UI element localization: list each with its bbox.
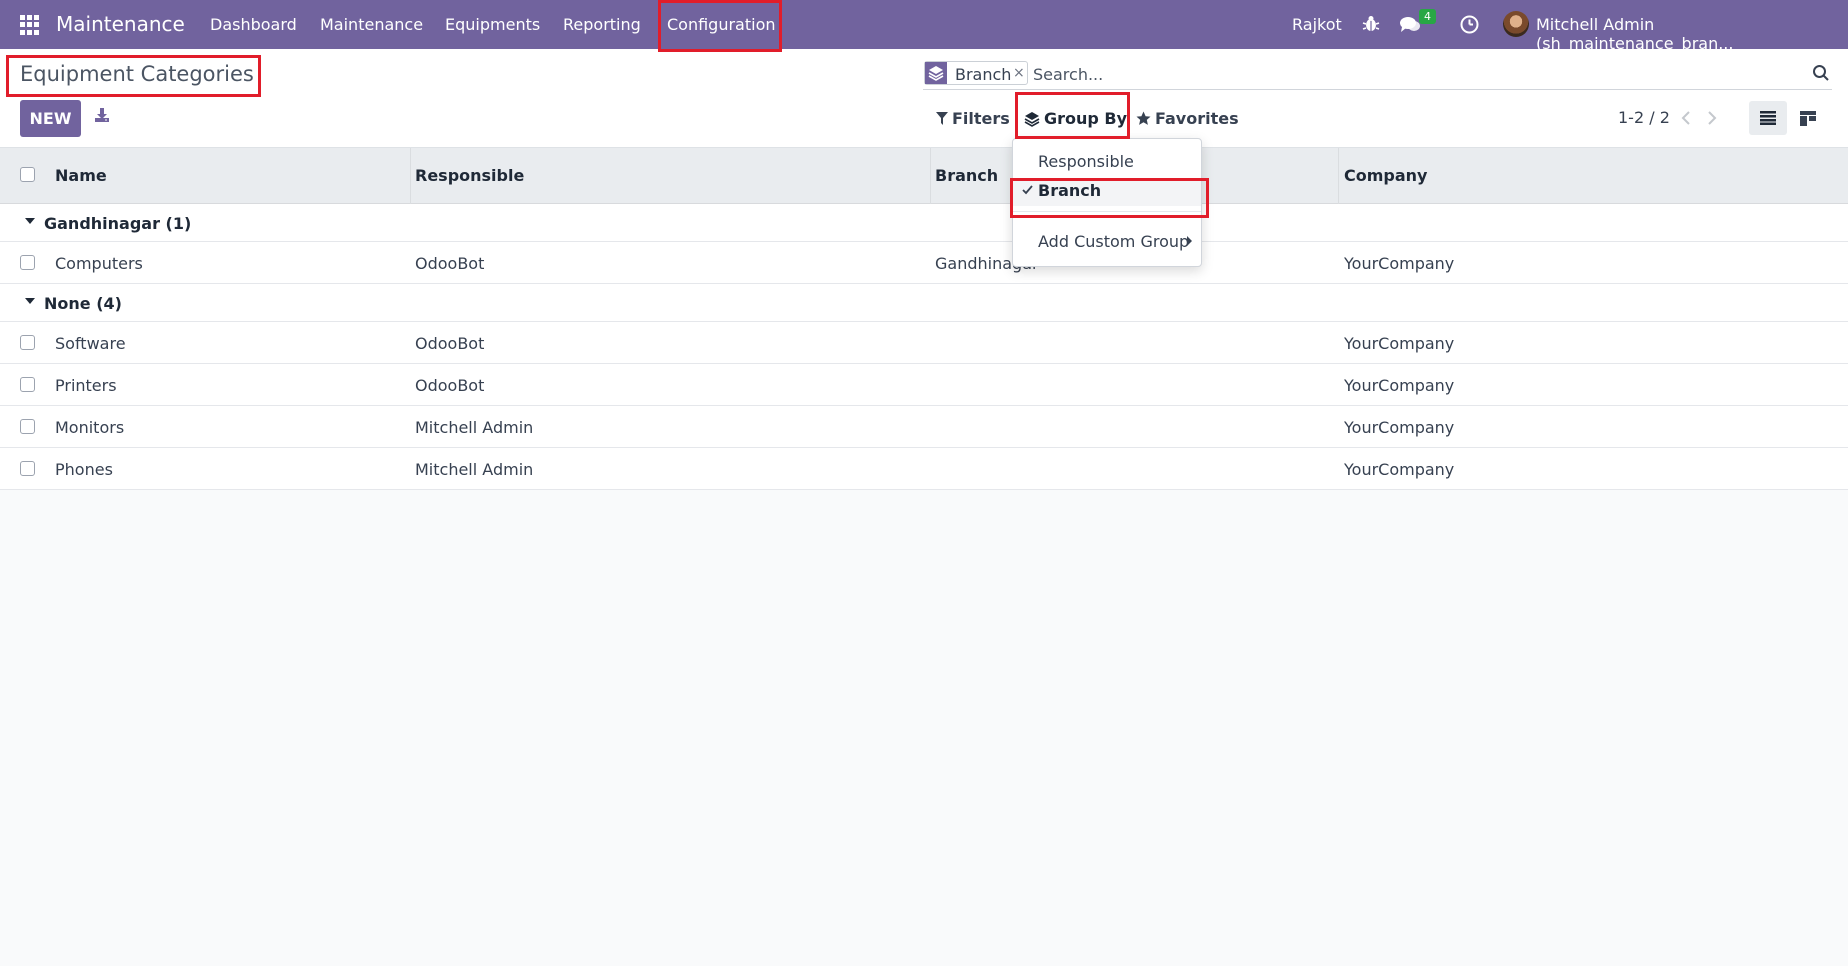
- pager-value[interactable]: 1-2 / 2: [1618, 108, 1670, 127]
- row-checkbox[interactable]: [20, 377, 35, 392]
- highlight-branch-option: [1010, 178, 1209, 218]
- column-header-responsible[interactable]: Responsible: [415, 166, 524, 185]
- kanban-view-icon: [1800, 111, 1816, 126]
- row-checkbox[interactable]: [20, 461, 35, 476]
- menu-equipments[interactable]: Equipments: [445, 15, 540, 34]
- cell-company: YourCompany: [1344, 376, 1455, 395]
- list-view-button[interactable]: [1749, 101, 1787, 135]
- cell-responsible: OdooBot: [415, 334, 485, 353]
- menu-reporting[interactable]: Reporting: [563, 15, 641, 34]
- cell-name: Software: [55, 334, 126, 353]
- column-header-company[interactable]: Company: [1344, 166, 1427, 185]
- column-separator: [1338, 148, 1339, 204]
- column-separator: [930, 148, 931, 204]
- highlight-page-title: [6, 55, 261, 97]
- highlight-configuration: [658, 0, 782, 52]
- list-view-icon: [1760, 111, 1776, 125]
- table-row[interactable]: Monitors Mitchell Admin YourCompany: [0, 406, 1848, 448]
- search-bar: Branch ×: [923, 58, 1832, 90]
- table-row[interactable]: Printers OdooBot YourCompany: [0, 364, 1848, 406]
- facet-remove-icon[interactable]: ×: [1013, 65, 1025, 81]
- cell-company: YourCompany: [1344, 418, 1455, 437]
- new-button[interactable]: NEW: [20, 100, 81, 137]
- filters-button[interactable]: Filters: [952, 109, 1010, 128]
- cell-responsible: OdooBot: [415, 254, 485, 273]
- user-avatar[interactable]: [1503, 11, 1529, 37]
- cell-responsible: Mitchell Admin: [415, 418, 534, 437]
- top-navbar: Maintenance Dashboard Maintenance Equipm…: [0, 0, 1848, 53]
- row-checkbox[interactable]: [20, 335, 35, 350]
- column-separator: [410, 148, 411, 204]
- cell-name: Computers: [55, 254, 143, 273]
- app-name[interactable]: Maintenance: [56, 12, 185, 36]
- filter-icon: [936, 112, 948, 125]
- messages-icon[interactable]: [1399, 16, 1421, 34]
- search-facet-branch[interactable]: Branch ×: [924, 61, 1028, 85]
- table-row[interactable]: Software OdooBot YourCompany: [0, 322, 1848, 364]
- pager-next-icon[interactable]: [1706, 110, 1718, 126]
- menu-dashboard[interactable]: Dashboard: [210, 15, 297, 34]
- clock-icon[interactable]: [1460, 15, 1479, 34]
- select-all-checkbox[interactable]: [20, 167, 35, 182]
- caret-right-icon: [1187, 236, 1192, 246]
- caret-down-icon: [25, 298, 35, 304]
- messages-count-badge: 4: [1419, 9, 1436, 24]
- search-icon[interactable]: [1812, 64, 1830, 82]
- cell-company: YourCompany: [1344, 460, 1455, 479]
- highlight-group-by: [1015, 92, 1130, 139]
- row-checkbox[interactable]: [20, 419, 35, 434]
- menu-maintenance[interactable]: Maintenance: [320, 15, 423, 34]
- groupby-option-responsible[interactable]: Responsible: [1038, 152, 1134, 171]
- pager-previous-icon[interactable]: [1680, 110, 1692, 126]
- star-icon: [1136, 111, 1151, 125]
- caret-down-icon: [25, 218, 35, 224]
- favorites-button[interactable]: Favorites: [1155, 109, 1239, 128]
- download-icon[interactable]: [94, 107, 110, 123]
- bug-icon[interactable]: [1362, 15, 1380, 33]
- group-label: Gandhinagar (1): [44, 214, 192, 233]
- cell-name: Monitors: [55, 418, 125, 437]
- group-row-gandhinagar[interactable]: Gandhinagar (1): [0, 204, 1848, 242]
- column-header-name[interactable]: Name: [55, 166, 107, 185]
- cell-responsible: OdooBot: [415, 376, 485, 395]
- group-row-none[interactable]: None (4): [0, 284, 1848, 322]
- kanban-view-button[interactable]: [1789, 101, 1827, 135]
- add-custom-group[interactable]: Add Custom Group: [1038, 232, 1189, 251]
- facet-label: Branch: [955, 65, 1012, 84]
- list-table: Name Responsible Branch Company Gandhina…: [0, 148, 1848, 490]
- cell-responsible: Mitchell Admin: [415, 460, 534, 479]
- apps-menu-icon[interactable]: [20, 15, 40, 35]
- search-input[interactable]: [1033, 62, 1783, 86]
- table-header: Name Responsible Branch Company: [0, 148, 1848, 204]
- table-row[interactable]: Phones Mitchell Admin YourCompany: [0, 448, 1848, 490]
- table-row[interactable]: Computers OdooBot Gandhinagar YourCompan…: [0, 242, 1848, 284]
- group-by-facet-icon: [925, 62, 947, 84]
- cell-company: YourCompany: [1344, 334, 1455, 353]
- control-panel: Equipment Categories NEW Branch × Search…: [0, 49, 1848, 148]
- cell-name: Printers: [55, 376, 117, 395]
- user-menu[interactable]: Mitchell Admin (sh_maintenance_bran...: [1536, 15, 1848, 53]
- group-label: None (4): [44, 294, 122, 313]
- column-header-branch[interactable]: Branch: [935, 166, 998, 185]
- row-checkbox[interactable]: [20, 255, 35, 270]
- branch-switcher[interactable]: Rajkot: [1292, 15, 1342, 34]
- cell-name: Phones: [55, 460, 113, 479]
- cell-company: YourCompany: [1344, 254, 1455, 273]
